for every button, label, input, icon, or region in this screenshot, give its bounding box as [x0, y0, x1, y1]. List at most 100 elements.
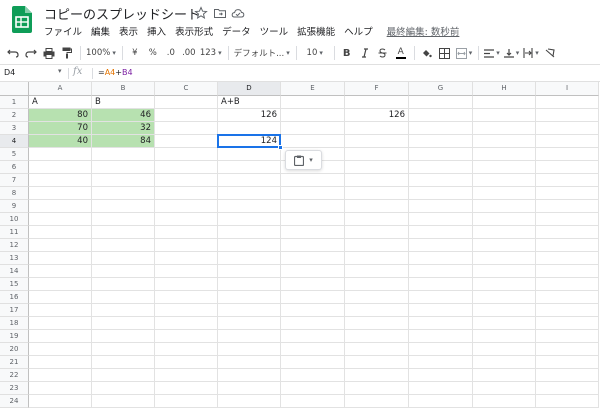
cell-a23[interactable] [29, 382, 92, 395]
cell-i3[interactable] [536, 122, 599, 135]
cell-a19[interactable] [29, 330, 92, 343]
cell-b20[interactable] [92, 343, 155, 356]
cell-c18[interactable] [155, 317, 218, 330]
cell-h13[interactable] [473, 252, 536, 265]
row-header-20[interactable]: 20 [0, 343, 29, 356]
cell-c9[interactable] [155, 200, 218, 213]
cell-g15[interactable] [409, 278, 473, 291]
cell-e21[interactable] [281, 356, 345, 369]
column-header-d[interactable]: D [218, 82, 281, 96]
cell-i18[interactable] [536, 317, 599, 330]
cell-g20[interactable] [409, 343, 473, 356]
cell-e18[interactable] [281, 317, 345, 330]
cell-h10[interactable] [473, 213, 536, 226]
row-header-5[interactable]: 5 [0, 148, 29, 161]
cell-g18[interactable] [409, 317, 473, 330]
cell-e24[interactable] [281, 395, 345, 408]
cell-e15[interactable] [281, 278, 345, 291]
cell-c11[interactable] [155, 226, 218, 239]
cell-a6[interactable] [29, 161, 92, 174]
cell-e14[interactable] [281, 265, 345, 278]
cell-i24[interactable] [536, 395, 599, 408]
cell-c13[interactable] [155, 252, 218, 265]
cell-b24[interactable] [92, 395, 155, 408]
cell-d13[interactable] [218, 252, 281, 265]
cell-d5[interactable] [218, 148, 281, 161]
cell-f20[interactable] [345, 343, 409, 356]
row-header-22[interactable]: 22 [0, 369, 29, 382]
menu-insert[interactable]: 挿入 [147, 24, 166, 38]
cell-d3[interactable] [218, 122, 281, 135]
row-header-13[interactable]: 13 [0, 252, 29, 265]
cell-h4[interactable] [473, 135, 536, 148]
column-header-b[interactable]: B [92, 82, 155, 96]
row-header-4[interactable]: 4 [0, 135, 29, 148]
sheets-logo-icon[interactable] [12, 6, 32, 33]
increase-decimal-button[interactable]: .00 [182, 44, 196, 62]
cell-c21[interactable] [155, 356, 218, 369]
cell-d24[interactable] [218, 395, 281, 408]
row-header-3[interactable]: 3 [0, 122, 29, 135]
cell-f11[interactable] [345, 226, 409, 239]
cell-b17[interactable] [92, 304, 155, 317]
cell-f14[interactable] [345, 265, 409, 278]
cell-i7[interactable] [536, 174, 599, 187]
row-header-1[interactable]: 1 [0, 96, 29, 109]
cell-d17[interactable] [218, 304, 281, 317]
menu-format[interactable]: 表示形式 [175, 24, 213, 38]
cell-d9[interactable] [218, 200, 281, 213]
cell-h2[interactable] [473, 109, 536, 122]
cell-h14[interactable] [473, 265, 536, 278]
cell-d7[interactable] [218, 174, 281, 187]
cell-d6[interactable] [218, 161, 281, 174]
cell-h19[interactable] [473, 330, 536, 343]
cell-e13[interactable] [281, 252, 345, 265]
cell-a8[interactable] [29, 187, 92, 200]
column-header-h[interactable]: H [473, 82, 536, 96]
cell-h17[interactable] [473, 304, 536, 317]
cell-d8[interactable] [218, 187, 281, 200]
cell-e16[interactable] [281, 291, 345, 304]
cell-a16[interactable] [29, 291, 92, 304]
cell-g23[interactable] [409, 382, 473, 395]
cell-e9[interactable] [281, 200, 345, 213]
cell-a9[interactable] [29, 200, 92, 213]
cell-f18[interactable] [345, 317, 409, 330]
row-header-24[interactable]: 24 [0, 395, 29, 408]
cell-b11[interactable] [92, 226, 155, 239]
last-edit-link[interactable]: 最終編集: 数秒前 [387, 24, 460, 38]
cell-d16[interactable] [218, 291, 281, 304]
row-header-19[interactable]: 19 [0, 330, 29, 343]
cell-f19[interactable] [345, 330, 409, 343]
cell-b19[interactable] [92, 330, 155, 343]
menu-file[interactable]: ファイル [44, 24, 82, 38]
cell-c19[interactable] [155, 330, 218, 343]
cell-d15[interactable] [218, 278, 281, 291]
vertical-align-button[interactable] [503, 44, 520, 62]
cell-a24[interactable] [29, 395, 92, 408]
cell-b15[interactable] [92, 278, 155, 291]
cell-e1[interactable] [281, 96, 345, 109]
move-to-folder-icon[interactable] [213, 6, 227, 20]
cell-a11[interactable] [29, 226, 92, 239]
cell-g21[interactable] [409, 356, 473, 369]
cell-g6[interactable] [409, 161, 473, 174]
cell-c1[interactable] [155, 96, 218, 109]
cell-d4[interactable]: 124 [218, 135, 281, 148]
cell-a18[interactable] [29, 317, 92, 330]
cell-b5[interactable] [92, 148, 155, 161]
decrease-decimal-button[interactable]: .0 [164, 44, 178, 62]
cell-i1[interactable] [536, 96, 599, 109]
cell-f21[interactable] [345, 356, 409, 369]
row-header-21[interactable]: 21 [0, 356, 29, 369]
cell-f13[interactable] [345, 252, 409, 265]
font-size-select[interactable]: 10 [302, 44, 328, 62]
cell-e3[interactable] [281, 122, 345, 135]
cell-f9[interactable] [345, 200, 409, 213]
cell-g8[interactable] [409, 187, 473, 200]
cell-h6[interactable] [473, 161, 536, 174]
column-header-e[interactable]: E [281, 82, 345, 96]
strikethrough-button[interactable] [376, 44, 390, 62]
cell-b4[interactable]: 84 [92, 135, 155, 148]
cell-d20[interactable] [218, 343, 281, 356]
